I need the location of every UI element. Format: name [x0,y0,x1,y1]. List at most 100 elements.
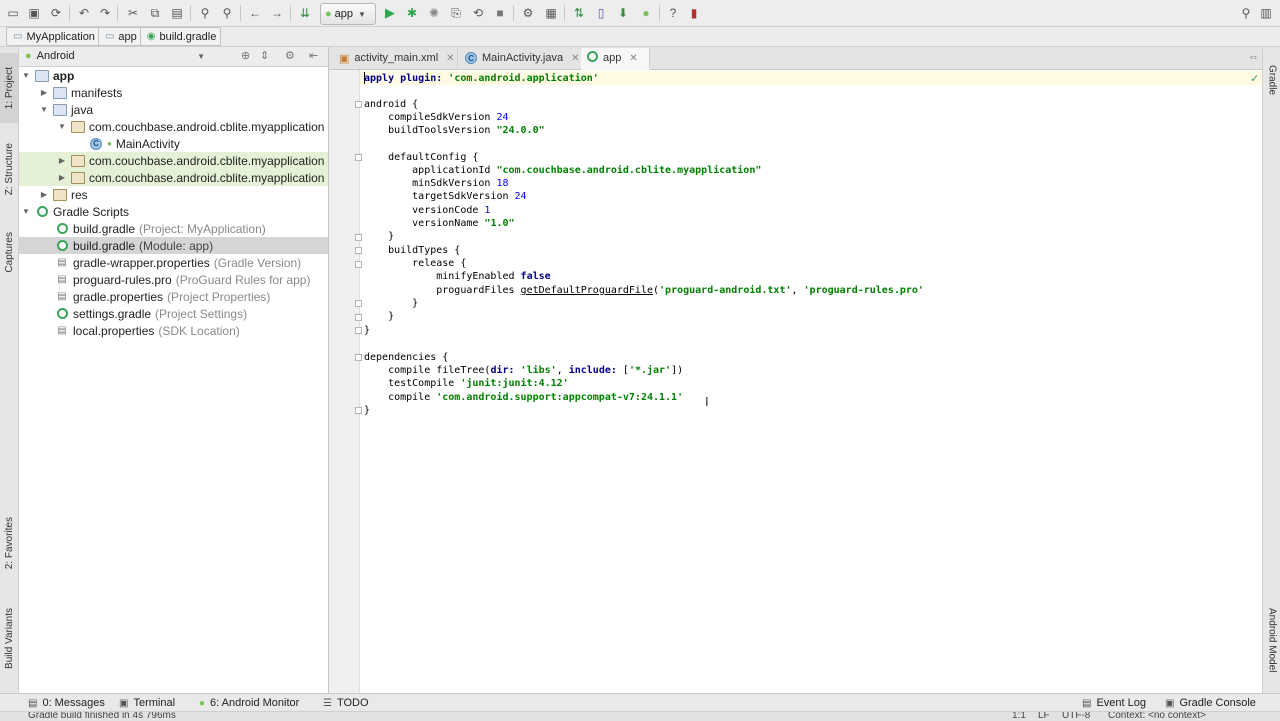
device-icon[interactable]: ▮ [686,5,702,21]
help-icon[interactable]: ? [665,5,681,21]
tool-window-gradle-console[interactable]: ▣ Gradle Console [1165,695,1256,711]
tool-window-todo[interactable]: ☰ TODO [323,695,369,711]
tree-item-label: gradle.properties [73,289,164,304]
fold-marker-icon[interactable] [355,327,362,334]
cut-icon[interactable]: ✂ [125,5,141,21]
tool-window-messages[interactable]: ▤ 0: Messages [28,695,105,711]
run-configuration-select[interactable]: ● app ▼ [320,3,376,25]
tree-item-build-gradle-project[interactable]: build.gradle (Project: MyApplication) [19,220,328,237]
restore-editor-icon[interactable]: ⇔ [1248,51,1259,63]
tree-item-settings-gradle[interactable]: settings.gradle (Project Settings) [19,305,328,322]
project-view-select[interactable]: ● Android ▼ [25,49,205,63]
save-icon[interactable]: ▣ [26,5,42,21]
fold-marker-icon[interactable] [355,407,362,414]
fold-marker-icon[interactable] [355,234,362,241]
toolbar-separator [513,5,514,21]
fold-marker-icon[interactable] [355,101,362,108]
copy-icon[interactable]: ⧉ [147,5,163,21]
tree-item-manifests[interactable]: ▶ manifests [19,84,328,101]
android-icon[interactable]: ● [638,5,654,21]
breadcrumb-label: MyApplication [26,30,95,43]
tree-item-app[interactable]: ▼ app [19,67,328,84]
collapse-all-icon[interactable]: ⇕ [260,49,269,62]
code-editor[interactable]: ✓ apply plugin: 'com.android.application… [360,70,1262,693]
close-icon[interactable]: ✕ [571,53,579,64]
sync-gradle-icon[interactable]: ⇅ [571,5,587,21]
attach-icon[interactable]: ⎘ [448,5,464,21]
paste-icon[interactable]: ▤ [169,5,185,21]
scroll-from-source-icon[interactable]: ⊕ [241,49,250,62]
project-structure-icon[interactable]: ▦ [543,5,559,21]
breadcrumb-item-file[interactable]: ◉ build.gradle [139,27,222,46]
tree-item-local-properties[interactable]: ▤ local.properties (SDK Location) [19,322,328,339]
replace-icon[interactable]: ⚲ [219,5,235,21]
code-token: minifyEnabled [364,271,521,282]
tree-item-package-androidtest[interactable]: ▶ com.couchbase.android.cblite.myapplica… [19,169,328,186]
fold-marker-icon[interactable] [355,154,362,161]
make-icon[interactable]: ⇊ [297,5,313,21]
tree-item-java[interactable]: ▼ java [19,101,328,118]
code-token: compileSdkVersion [364,112,497,123]
tree-item-label: local.properties [73,323,155,338]
code-string: 'libs' [520,365,557,376]
code-line: release { [364,258,467,269]
tool-window-structure[interactable]: Z: Structure [0,131,18,207]
forward-icon[interactable]: → [269,5,285,21]
undo-icon[interactable]: ↶ [76,5,92,21]
tree-item-mainactivity[interactable]: C ● MainActivity [19,135,328,152]
tree-item-build-gradle-module[interactable]: build.gradle (Module: app) [19,237,328,254]
tree-item-package[interactable]: ▼ com.couchbase.android.cblite.myapplica… [19,118,328,135]
tool-window-android-model[interactable]: Android Model [1263,597,1280,683]
breadcrumb-item-project[interactable]: ▭ MyApplication [6,27,100,46]
open-icon[interactable]: ▭ [5,5,21,21]
run-icon[interactable]: ▶ [382,5,398,21]
fold-marker-icon[interactable] [355,314,362,321]
avd-icon[interactable]: ▯ [593,5,609,21]
project-panel-header: ● Android ▼ ⊕ ⇕ ⚙ ⇤ [19,47,328,67]
gear-icon[interactable]: ⚙ [285,49,295,62]
tool-window-project[interactable]: 1: Project [0,53,18,123]
find-icon[interactable]: ⚲ [197,5,213,21]
search-icon[interactable]: ⚲ [1238,5,1254,21]
back-icon[interactable]: ← [247,5,263,21]
tree-item-gradle-wrapper[interactable]: ▤ gradle-wrapper.properties (Gradle Vers… [19,254,328,271]
tree-item-gradle-scripts[interactable]: ▼ Gradle Scripts [19,203,328,220]
sdk-icon[interactable]: ⬇ [615,5,631,21]
tool-window-gradle[interactable]: Gradle [1263,55,1280,105]
tree-item-label: settings.gradle [73,306,152,321]
fold-marker-icon[interactable] [355,261,362,268]
tree-item-package-test[interactable]: ▶ com.couchbase.android.cblite.myapplica… [19,152,328,169]
layout-icon[interactable]: ▥ [1258,5,1274,21]
close-icon[interactable]: ✕ [629,53,637,64]
tab-app-gradle[interactable]: app ✕ [581,48,650,70]
tree-item-proguard-rules[interactable]: ▤ proguard-rules.pro (ProGuard Rules for… [19,271,328,288]
fold-marker-icon[interactable] [355,354,362,361]
close-icon[interactable]: ✕ [446,53,454,64]
apply-changes-icon[interactable]: ⟲ [470,5,486,21]
properties-file-icon: ▤ [57,291,67,302]
structure-icon[interactable]: ⚙ [520,5,536,21]
tool-window-favorites[interactable]: 2: Favorites [0,505,18,581]
tool-window-captures[interactable]: Captures [0,219,18,285]
fold-marker-icon[interactable] [355,247,362,254]
profile-icon[interactable]: ✺ [426,5,442,21]
tree-item-res[interactable]: ▶ res [19,186,328,203]
tool-window-terminal[interactable]: ▣ Terminal [119,695,175,711]
tool-window-build-variants[interactable]: Build Variants [0,595,18,681]
android-icon: ● [325,8,332,20]
debug-icon[interactable]: ✱ [404,5,420,21]
tool-window-android-monitor[interactable]: ● 6: Android Monitor [199,695,299,711]
fold-marker-icon[interactable] [355,300,362,307]
android-icon: ● [107,139,112,148]
sync-icon[interactable]: ⟳ [48,5,64,21]
tab-activity-main-xml[interactable]: ▣ activity_main.xml ✕ [333,48,458,68]
stop-icon[interactable]: ■ [492,5,508,21]
tab-mainactivity-java[interactable]: C MainActivity.java ✕ [459,48,585,68]
breadcrumb-item-module[interactable]: ▭ app [97,27,142,46]
code-number: 24 [514,191,527,202]
hide-panel-icon[interactable]: ⇤ [309,49,318,62]
redo-icon[interactable]: ↷ [97,5,113,21]
tree-item-gradle-properties[interactable]: ▤ gradle.properties (Project Properties) [19,288,328,305]
module-icon [35,69,49,82]
tool-window-event-log[interactable]: ▤ Event Log [1082,695,1146,711]
